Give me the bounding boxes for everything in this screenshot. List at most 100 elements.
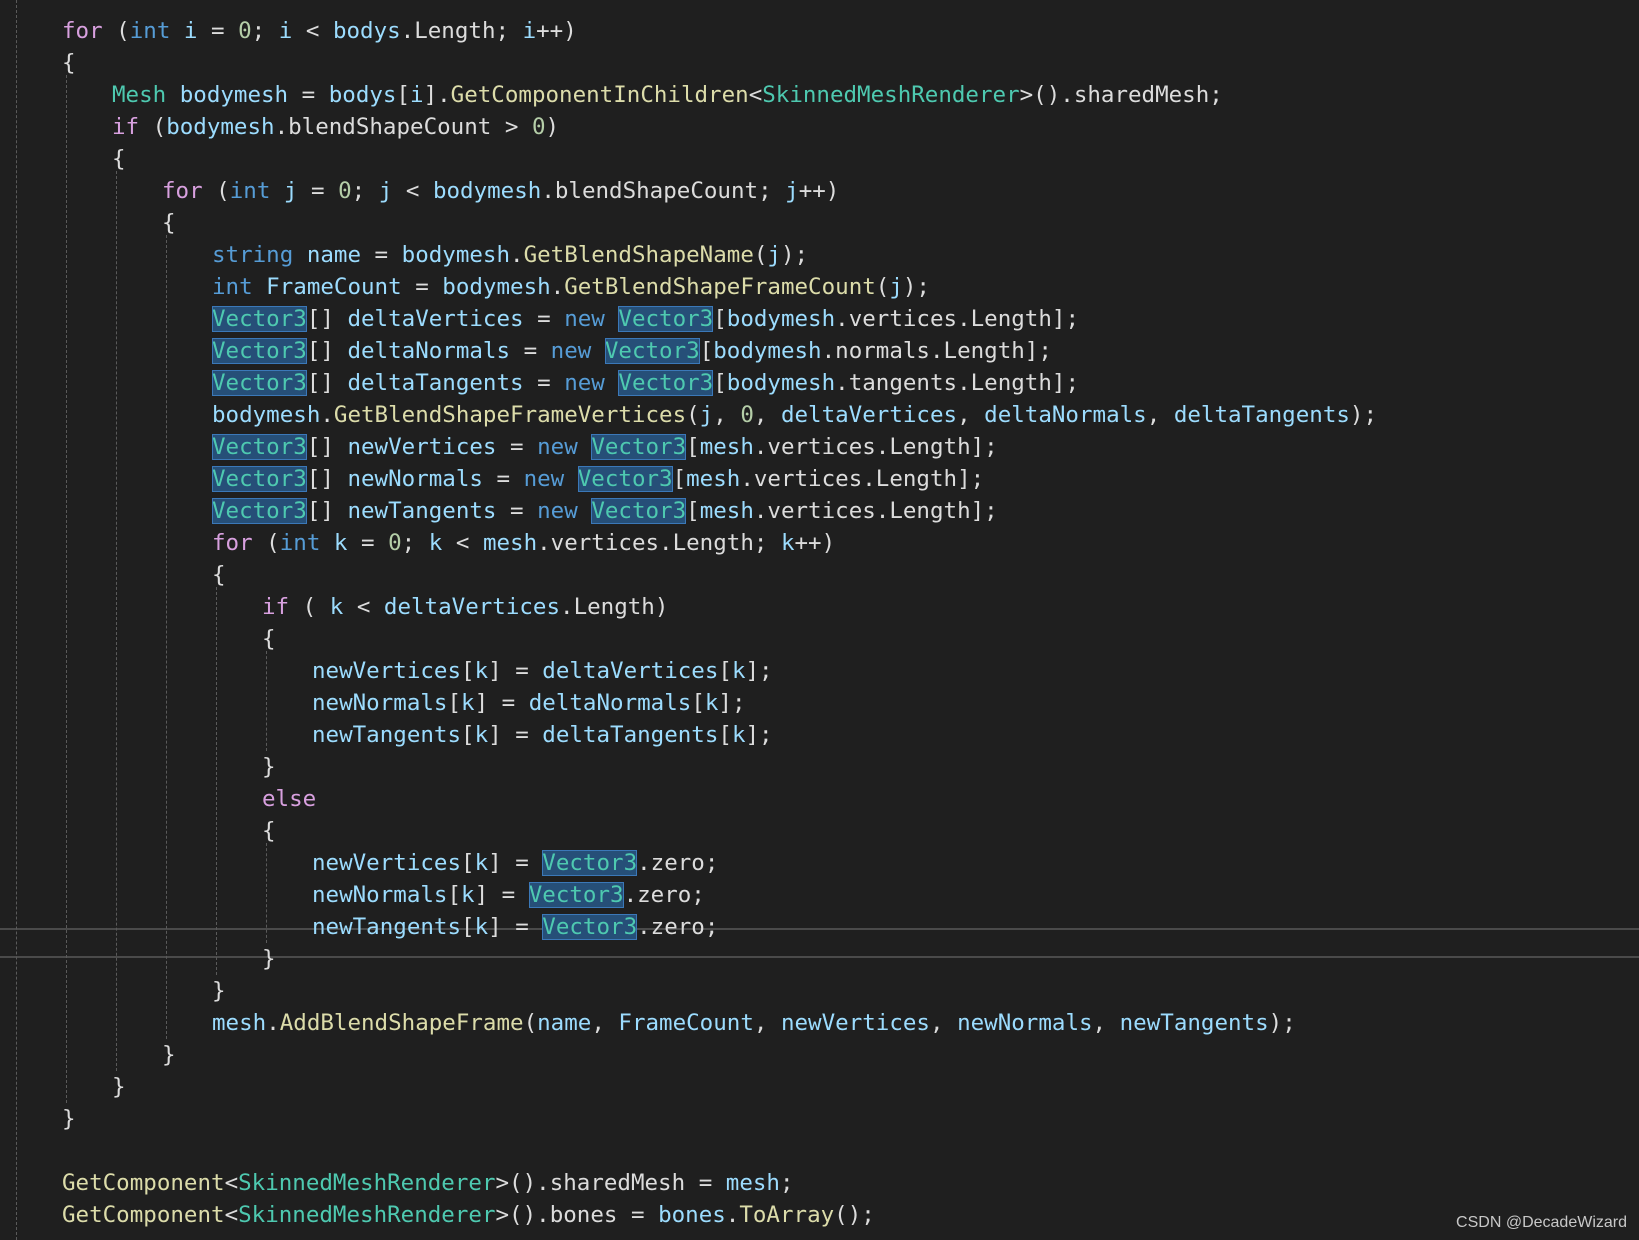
code-token: ( [523, 1010, 538, 1036]
code-line[interactable]: newNormals[k] = Vector3.zero; [0, 879, 1639, 911]
code-token: deltaNormals [528, 690, 692, 716]
code-token: name [293, 242, 362, 268]
code-token: if [262, 594, 290, 620]
code-line[interactable]: Vector3[] newVertices = new Vector3[mesh… [0, 431, 1639, 463]
code-line[interactable]: Vector3[] deltaTangents = new Vector3[bo… [0, 367, 1639, 399]
code-line[interactable]: { [0, 143, 1639, 175]
highlighted-symbol: Vector3 [604, 338, 700, 364]
code-token: = [297, 178, 339, 204]
code-token: GetComponentInChildren [450, 82, 749, 108]
code-line[interactable]: newVertices[k] = Vector3.zero; [0, 847, 1639, 879]
code-line[interactable]: } [0, 1103, 1639, 1135]
code-token: newVertices [312, 850, 462, 876]
code-token: new [564, 370, 605, 396]
code-editor[interactable]: for (int i = 0; i < bodys.Length; i++){M… [0, 0, 1639, 1240]
code-token: sharedMesh = [549, 1170, 726, 1196]
code-token: mesh [699, 498, 754, 524]
code-token: >(). [1019, 82, 1074, 108]
code-line[interactable]: for (int k = 0; k < mesh.vertices.Length… [0, 527, 1639, 559]
highlighted-symbol: Vector3 [591, 498, 687, 524]
code-token: ); [1349, 402, 1378, 428]
code-line[interactable]: for (int i = 0; i < bodys.Length; i++) [0, 15, 1639, 47]
code-line[interactable]: { [0, 207, 1639, 239]
code-token: } [162, 1042, 176, 1068]
highlighted-symbol: Vector3 [577, 466, 673, 492]
code-token: ]; [745, 658, 773, 684]
code-token: for [162, 178, 203, 204]
code-line[interactable]: Vector3[] newTangents = new Vector3[mesh… [0, 495, 1639, 527]
code-line[interactable]: for (int j = 0; j < bodymesh.blendShapeC… [0, 175, 1639, 207]
code-token: < [224, 1202, 239, 1228]
code-token: ); [780, 242, 809, 268]
code-token: . [725, 1202, 740, 1228]
code-line[interactable]: { [0, 815, 1639, 847]
code-token: { [162, 210, 176, 236]
code-token: deltaVertices [347, 306, 524, 332]
code-token: bodymesh [166, 114, 275, 140]
code-line[interactable]: int FrameCount = bodymesh.GetBlendShapeF… [0, 271, 1639, 303]
code-token: SkinnedMeshRenderer [762, 82, 1020, 108]
code-token: for [212, 530, 253, 556]
code-line[interactable]: Vector3[] deltaNormals = new Vector3[bod… [0, 335, 1639, 367]
code-line[interactable]: Mesh bodymesh = bodys[i].GetComponentInC… [0, 79, 1639, 111]
code-token: i [522, 18, 537, 44]
code-token: bones [658, 1202, 726, 1228]
code-token: k [731, 658, 746, 684]
code-token: . [266, 1010, 280, 1036]
code-token: = [523, 306, 565, 332]
code-token: [ [447, 882, 462, 908]
code-line[interactable]: Vector3[] deltaVertices = new Vector3[bo… [0, 303, 1639, 335]
code-line[interactable]: bodymesh.GetBlendShapeFrameVertices(j, 0… [0, 399, 1639, 431]
code-token: bones = [549, 1202, 659, 1228]
code-line[interactable]: } [0, 1039, 1639, 1071]
code-line[interactable]: } [0, 751, 1639, 783]
code-line[interactable]: GetComponent<SkinnedMeshRenderer>().shar… [0, 1167, 1639, 1199]
code-token: k [461, 690, 475, 716]
code-line[interactable]: newNormals[k] = deltaNormals[k]; [0, 687, 1639, 719]
code-line[interactable] [0, 1135, 1639, 1167]
code-token: [ [672, 466, 687, 492]
code-token: k [704, 690, 719, 716]
code-line[interactable]: { [0, 623, 1639, 655]
code-token: k [780, 530, 795, 556]
code-line[interactable]: { [0, 559, 1639, 591]
code-line[interactable]: newVertices[k] = deltaVertices[k]; [0, 655, 1639, 687]
code-token: mesh [686, 466, 741, 492]
code-token: bodymesh [442, 274, 551, 300]
code-token: ; [401, 530, 429, 556]
code-line[interactable]: if (bodymesh.blendShapeCount > 0) [0, 111, 1639, 143]
code-token: , [753, 1010, 781, 1036]
code-token: >(). [495, 1170, 550, 1196]
code-line[interactable]: Vector3[] newNormals = new Vector3[mesh.… [0, 463, 1639, 495]
code-line[interactable]: newTangents[k] = deltaTangents[k]; [0, 719, 1639, 751]
code-line[interactable]: } [0, 943, 1639, 975]
code-line[interactable]: GetComponent<SkinnedMeshRenderer>().bone… [0, 1199, 1639, 1231]
code-line[interactable]: else [0, 783, 1639, 815]
code-token: 0 [388, 530, 402, 556]
code-line[interactable]: } [0, 975, 1639, 1007]
code-token: newNormals [312, 882, 448, 908]
code-token: , [713, 402, 741, 428]
code-line[interactable]: } [0, 1071, 1639, 1103]
code-token: [ [691, 690, 705, 716]
highlighted-symbol: Vector3 [212, 338, 307, 364]
code-line[interactable]: if ( k < deltaVertices.Length) [0, 591, 1639, 623]
code-token: FrameCount [618, 1010, 754, 1036]
code-token: AddBlendShapeFrame [279, 1010, 524, 1036]
code-token: .vertices.Length]; [753, 498, 998, 524]
code-token: [ [718, 722, 732, 748]
code-token: Length [414, 18, 496, 44]
code-line[interactable]: mesh.AddBlendShapeFrame(name, FrameCount… [0, 1007, 1639, 1039]
code-token: ] = [488, 850, 543, 876]
code-token: ++) [798, 178, 840, 204]
code-token: { [262, 818, 276, 844]
code-token: ( [102, 18, 130, 44]
code-line[interactable]: string name = bodymesh.GetBlendShapeName… [0, 239, 1639, 271]
code-token: ); [902, 274, 930, 300]
code-line[interactable]: newTangents[k] = Vector3.zero; [0, 911, 1639, 943]
code-token: for [62, 18, 103, 44]
code-line[interactable]: { [0, 47, 1639, 79]
code-token: deltaNormals [347, 338, 511, 364]
code-token: GetBlendShapeName [523, 242, 754, 268]
